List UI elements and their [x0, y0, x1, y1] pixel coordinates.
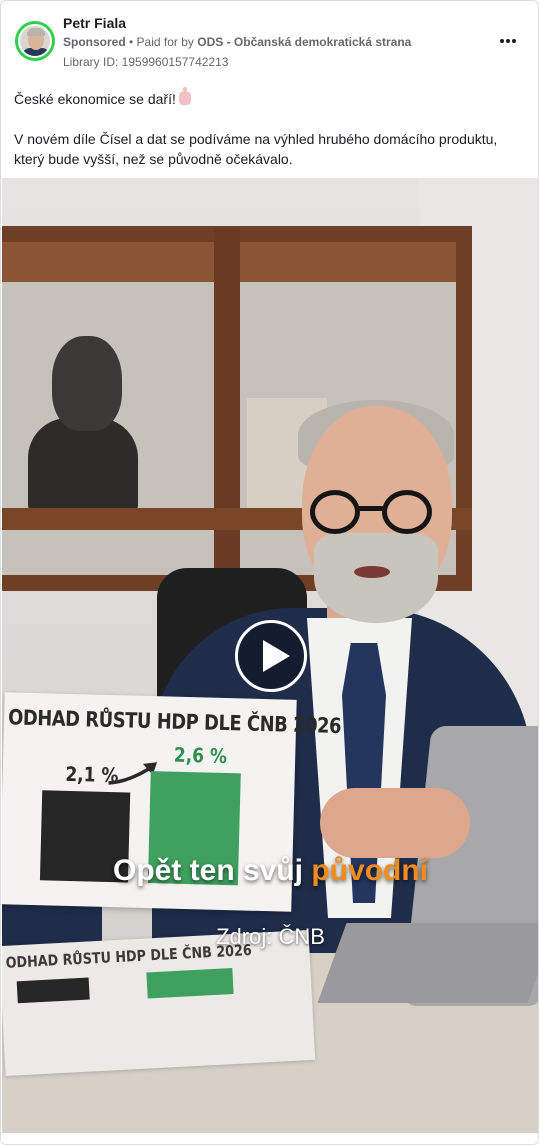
- post-text-line-1: České ekonomice se daří!: [14, 87, 529, 109]
- video-source: Zdroj: ČNB: [216, 924, 325, 949]
- paid-for-prefix: • Paid for by: [125, 35, 198, 49]
- post-header: Petr Fiala Sponsored • Paid for by ODS -…: [13, 11, 526, 73]
- ad-card: Petr Fiala Sponsored • Paid for by ODS -…: [0, 0, 539, 1145]
- payer-name[interactable]: ODS - Občanská demokratická strana: [197, 35, 411, 49]
- sponsor-line: Sponsored • Paid for by ODS - Občanská d…: [63, 35, 411, 49]
- more-horizontal-icon: [500, 39, 504, 43]
- bust-statue: [28, 418, 138, 510]
- post-text: České ekonomice se daří! V novém díle Čí…: [14, 87, 529, 189]
- library-id: Library ID: 1959960157742213: [63, 55, 229, 69]
- avatar[interactable]: [15, 21, 55, 61]
- video-player[interactable]: ODHAD RŮSTU HDP DLE ČNB 2026 ODHAD RŮSTU…: [2, 178, 538, 1133]
- play-button[interactable]: [235, 620, 307, 692]
- video-caption: Opět ten svůj původní: [112, 854, 429, 887]
- sponsored-label: Sponsored: [63, 35, 126, 49]
- avatar-photo: [18, 24, 52, 58]
- more-options-button[interactable]: [496, 31, 520, 51]
- chart-paper-title: ODHAD RŮSTU HDP DLE ČNB 2026: [7, 705, 342, 739]
- chart-paper-on-desk: ODHAD RŮSTU HDP DLE ČNB 2026: [2, 929, 316, 1077]
- play-icon: [263, 640, 290, 672]
- thumbs-up-emoji-icon: [178, 87, 191, 105]
- value-after: 2,6 %: [173, 742, 228, 769]
- author-name[interactable]: Petr Fiala: [63, 15, 126, 31]
- post-text-paragraph-2: V novém díle Čísel a dat se podíváme na …: [14, 131, 498, 167]
